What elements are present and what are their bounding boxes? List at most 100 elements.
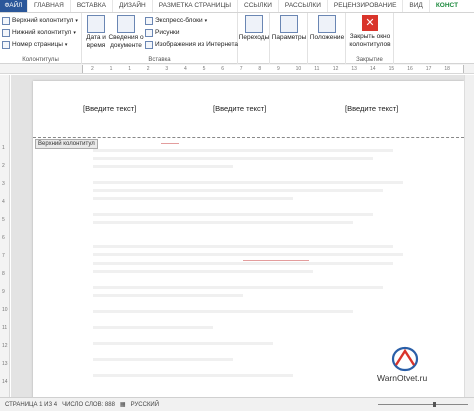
- express-blocks-button[interactable]: Экспресс-блоки ▾: [145, 15, 207, 26]
- online-images-label: Изображения из Интернета: [155, 41, 238, 48]
- vertical-scrollbar[interactable]: [464, 75, 474, 397]
- online-images-button[interactable]: Изображения из Интернета: [145, 39, 238, 50]
- faded-text-line: [93, 197, 293, 200]
- vertical-ruler-tick: 12: [2, 343, 8, 349]
- transitions-icon: [245, 15, 263, 33]
- tab-design[interactable]: ДИЗАЙН: [113, 0, 153, 12]
- date-time-label: Дата и время: [86, 34, 106, 49]
- page-number-button[interactable]: Номер страницы ▾: [2, 39, 67, 50]
- document-info-icon: [117, 15, 135, 33]
- tab-constructor[interactable]: КОНСТ: [430, 0, 464, 12]
- parameters-button[interactable]: Параметры: [272, 15, 306, 42]
- page-number-label: Номер страницы: [12, 41, 63, 48]
- online-images-icon: [145, 40, 153, 49]
- transitions-button[interactable]: Переходы: [238, 15, 270, 42]
- vertical-ruler-tick: 1: [2, 145, 5, 151]
- vertical-ruler-tick: 7: [2, 253, 5, 259]
- position-icon: [318, 15, 336, 33]
- vertical-ruler-tick: 2: [2, 163, 5, 169]
- ruler-tick: 11: [314, 66, 320, 72]
- status-words[interactable]: ЧИСЛО СЛОВ: 888: [62, 402, 115, 408]
- horizontal-ruler[interactable]: 2 1 1 2 3 4 5 6 7 8 9 10 11 12 13 14 15 16 17 18: [0, 64, 474, 74]
- ruler-tick: 6: [221, 66, 224, 72]
- chevron-down-icon: ▾: [64, 41, 68, 48]
- close-header-button[interactable]: ✕ Закрыть окно колонтитулов: [349, 15, 391, 49]
- group-label-vstavka: Вставка: [148, 57, 171, 63]
- footer-dropdown-button[interactable]: Нижний колонтитул ▾: [2, 27, 76, 38]
- tab-mailings[interactable]: РАССЫЛКИ: [279, 0, 328, 12]
- ruler-tick: 2: [91, 66, 94, 72]
- ruler-tick: 18: [444, 66, 450, 72]
- parameters-label: Параметры: [271, 34, 307, 41]
- date-time-button[interactable]: Дата и время: [85, 15, 107, 50]
- faded-text-line: [93, 358, 233, 361]
- header-dropdown-button[interactable]: Верхний колонтитул ▾: [2, 15, 78, 26]
- faded-text-line: [93, 245, 393, 248]
- group-label-close: Закрытие: [356, 57, 383, 63]
- zoom-slider[interactable]: [378, 402, 468, 407]
- close-icon: ✕: [362, 15, 378, 31]
- faded-text-line: [93, 262, 393, 265]
- vertical-ruler-tick: 10: [2, 307, 8, 313]
- warnotvet-logo: [391, 346, 419, 372]
- faded-text-line: [93, 253, 403, 256]
- tab-file[interactable]: ФАЙЛ: [0, 0, 28, 12]
- tab-review[interactable]: РЕЦЕНЗИРОВАНИЕ: [328, 0, 404, 12]
- ruler-tick: 1: [128, 66, 131, 72]
- status-language[interactable]: РУССКИЙ: [131, 402, 159, 408]
- tab-view[interactable]: ВИД: [403, 0, 430, 12]
- tab-layout[interactable]: РАЗМЕТКА СТРАНИЦЫ: [153, 0, 239, 12]
- vertical-ruler[interactable]: 123456789101112131415: [0, 75, 10, 403]
- ruler-track: 2 1 1 2 3 4 5 6 7 8 9 10 11 12 13 14 15 16 17 18: [82, 65, 464, 73]
- vertical-ruler-tick: 13: [2, 361, 8, 367]
- tab-insert[interactable]: ВСТАВКА: [71, 0, 113, 12]
- tab-home[interactable]: ГЛАВНАЯ: [28, 0, 71, 12]
- faded-text-line: [93, 181, 403, 184]
- pictures-label: Рисунки: [155, 29, 180, 36]
- proofing-icon[interactable]: ▦: [120, 401, 126, 408]
- header-left-placeholder[interactable]: [Введите текст]: [83, 104, 136, 113]
- ruler-tick: 8: [258, 66, 262, 72]
- position-button[interactable]: Положение: [310, 15, 344, 42]
- vertical-ruler-tick: 9: [2, 289, 5, 295]
- vertical-ruler-tick: 11: [2, 325, 8, 331]
- faded-text-line: [93, 270, 313, 273]
- group-position: Положение: [308, 13, 346, 64]
- ruler-tick: 1: [109, 66, 113, 72]
- status-page[interactable]: СТРАНИЦА 1 ИЗ 4: [5, 402, 57, 408]
- faded-text-line: [93, 342, 273, 345]
- faded-text-line: [93, 286, 383, 289]
- ruler-tick: 3: [165, 66, 169, 72]
- group-label-kolontituly: Колонтитулы: [22, 57, 59, 63]
- header-dropdown-label: Верхний колонтитул: [12, 17, 74, 24]
- vertical-ruler-tick: 3: [2, 181, 5, 187]
- faded-text-line: [93, 213, 373, 216]
- ruler-tick: 15: [388, 66, 395, 72]
- ruler-tick: 14: [370, 66, 376, 72]
- faded-text-line: [93, 157, 373, 160]
- transitions-label: Переходы: [238, 34, 270, 41]
- ruler-tick: 13: [351, 66, 357, 72]
- faded-text-line: [93, 294, 243, 297]
- vertical-ruler-tick: 6: [2, 235, 5, 241]
- faded-text-line: [93, 189, 383, 192]
- faded-text-line: [93, 326, 213, 329]
- footer-dropdown-label: Нижний колонтитул: [12, 29, 72, 36]
- ruler-tick: 12: [332, 66, 339, 72]
- doc-info-button[interactable]: Сведения о документе: [108, 15, 144, 50]
- header-boundary: [33, 137, 464, 138]
- group-navigation: Переходы: [238, 13, 270, 64]
- chevron-down-icon: ▾: [204, 17, 208, 24]
- tab-references[interactable]: ССЫЛКИ: [238, 0, 279, 12]
- express-blocks-label: Экспресс-блоки: [155, 17, 203, 24]
- chevron-down-icon: ▾: [75, 17, 78, 24]
- vertical-ruler-tick: 5: [2, 217, 5, 223]
- chevron-down-icon: ▾: [73, 29, 76, 36]
- pictures-button[interactable]: Рисунки: [145, 27, 180, 38]
- ruler-tick: 10: [295, 66, 302, 72]
- ruler-tick: 4: [184, 66, 187, 72]
- vertical-ruler-tick: 4: [2, 199, 5, 205]
- header-right-placeholder[interactable]: [Введите текст]: [345, 104, 398, 113]
- header-center-placeholder[interactable]: [Введите текст]: [213, 104, 266, 113]
- ruler-tick: 5: [202, 66, 206, 72]
